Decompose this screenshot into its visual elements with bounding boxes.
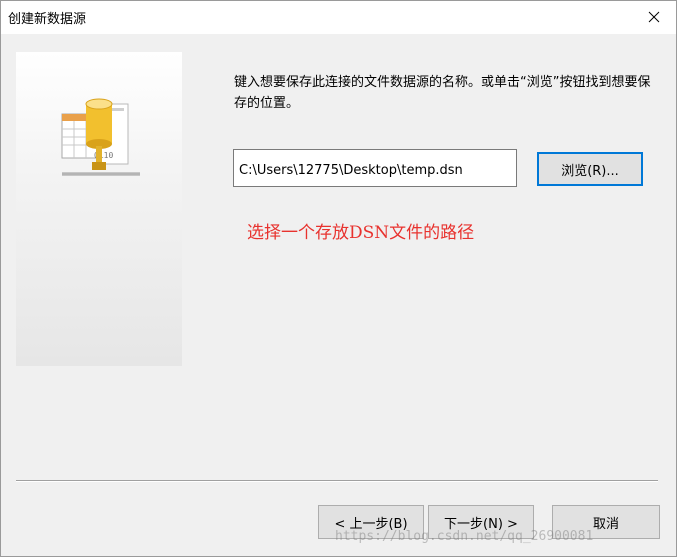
wizard-side-panel: 0110 [16,52,182,366]
browse-button[interactable]: 浏览(R)... [537,152,643,186]
close-icon [648,11,660,23]
file-path-input[interactable] [233,149,517,187]
window-title: 创建新数据源 [8,12,87,27]
data-source-icon: 0110 [61,98,140,176]
separator-line [16,480,658,482]
instruction-text: 键入想要保存此连接的文件数据源的名称。或单击“浏览”按钮找到想要保存的位置。 [234,75,651,111]
watermark-text: https://blog.csdn.net/qq_26900081 [335,529,594,544]
close-button[interactable] [631,0,677,34]
title-bar: 创建新数据源 [0,0,677,34]
annotation-text: 选择一个存放DSN文件的路径 [247,223,475,243]
